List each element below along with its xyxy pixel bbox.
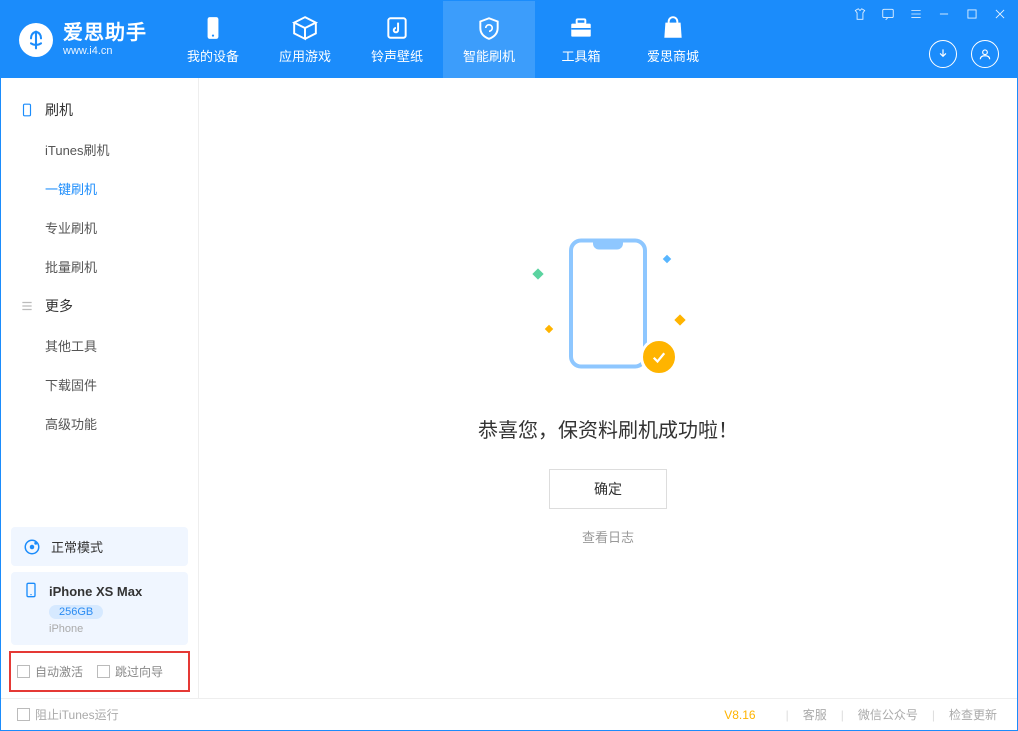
app-subtitle: www.i4.cn <box>63 45 147 58</box>
close-icon[interactable] <box>991 5 1009 23</box>
sidebar-group-flash[interactable]: 刷机 <box>1 90 198 130</box>
maximize-icon[interactable] <box>963 5 981 23</box>
logo-area: 爱思助手 www.i4.cn <box>1 1 167 78</box>
checkbox-icon <box>97 665 110 678</box>
mode-label: 正常模式 <box>51 537 103 556</box>
success-illustration <box>528 230 688 390</box>
sidebar-group-title: 更多 <box>45 296 73 316</box>
nav-apps-games[interactable]: 应用游戏 <box>259 1 351 78</box>
divider: | <box>932 708 935 722</box>
device-icon <box>199 14 227 42</box>
nav-label: 铃声壁纸 <box>371 46 423 65</box>
ok-button[interactable]: 确定 <box>549 469 667 509</box>
checkbox-skip-guide[interactable]: 跳过向导 <box>97 663 163 680</box>
nav-label: 工具箱 <box>561 46 600 65</box>
refresh-shield-icon <box>475 14 503 42</box>
success-message: 恭喜您，保资料刷机成功啦！ <box>478 414 738 443</box>
device-type: iPhone <box>49 623 176 635</box>
device-name: iPhone XS Max <box>49 584 142 599</box>
download-button[interactable] <box>929 40 957 68</box>
sparkle-icon <box>663 255 671 263</box>
sidebar-group-more[interactable]: 更多 <box>1 286 198 326</box>
sidebar-item-onekey-flash[interactable]: 一键刷机 <box>1 169 198 208</box>
footer-link-support[interactable]: 客服 <box>799 706 831 723</box>
toolbox-icon <box>567 14 595 42</box>
sidebar-item-batch-flash[interactable]: 批量刷机 <box>1 247 198 286</box>
mode-box[interactable]: 正常模式 <box>11 527 188 566</box>
sparkle-icon <box>674 314 685 325</box>
sidebar-item-pro-flash[interactable]: 专业刷机 <box>1 208 198 247</box>
app-header: 爱思助手 www.i4.cn 我的设备 应用游戏 铃声壁纸 智能刷机 工具箱 爱… <box>1 1 1017 78</box>
main-content: 恭喜您，保资料刷机成功啦！ 确定 查看日志 <box>199 78 1017 698</box>
nav-store[interactable]: 爱思商城 <box>627 1 719 78</box>
check-badge-icon <box>640 338 678 376</box>
checkbox-label: 跳过向导 <box>115 663 163 680</box>
device-capacity: 256GB <box>49 605 103 619</box>
sidebar-group-title: 刷机 <box>45 100 73 120</box>
sidebar-item-download-firmware[interactable]: 下载固件 <box>1 365 198 404</box>
music-note-icon <box>383 14 411 42</box>
sidebar-item-advanced[interactable]: 高级功能 <box>1 404 198 443</box>
view-log-link[interactable]: 查看日志 <box>582 527 634 546</box>
sparkle-icon <box>532 268 543 279</box>
footer-link-wechat[interactable]: 微信公众号 <box>854 706 922 723</box>
device-box[interactable]: iPhone XS Max 256GB iPhone <box>11 572 188 645</box>
phone-icon <box>19 102 35 118</box>
minimize-icon[interactable] <box>935 5 953 23</box>
footer: 阻止iTunes运行 V8.16 | 客服 | 微信公众号 | 检查更新 <box>1 698 1017 730</box>
app-body: 刷机 iTunes刷机 一键刷机 专业刷机 批量刷机 更多 其他工具 下载固件 … <box>1 78 1017 698</box>
nav-label: 应用游戏 <box>279 46 331 65</box>
user-button[interactable] <box>971 40 999 68</box>
nav-label: 爱思商城 <box>647 46 699 65</box>
app-title: 爱思助手 <box>63 21 147 45</box>
footer-link-update[interactable]: 检查更新 <box>945 706 1001 723</box>
checkbox-auto-activate[interactable]: 自动激活 <box>17 663 83 680</box>
divider: | <box>841 708 844 722</box>
checkbox-label: 阻止iTunes运行 <box>35 706 119 723</box>
sidebar-item-itunes-flash[interactable]: iTunes刷机 <box>1 130 198 169</box>
checkbox-icon <box>17 708 30 721</box>
sidebar: 刷机 iTunes刷机 一键刷机 专业刷机 批量刷机 更多 其他工具 下载固件 … <box>1 78 199 698</box>
nav-ringtone-wallpaper[interactable]: 铃声壁纸 <box>351 1 443 78</box>
checkbox-block-itunes[interactable]: 阻止iTunes运行 <box>17 706 119 723</box>
version-label: V8.16 <box>724 708 755 722</box>
sparkle-icon <box>545 325 553 333</box>
menu-icon[interactable] <box>907 5 925 23</box>
divider: | <box>786 708 789 722</box>
app-logo-icon <box>19 23 53 57</box>
cube-icon <box>291 14 319 42</box>
feedback-icon[interactable] <box>879 5 897 23</box>
highlighted-options-row: 自动激活 跳过向导 <box>9 651 190 692</box>
nav-label: 智能刷机 <box>463 46 515 65</box>
nav-smart-flash[interactable]: 智能刷机 <box>443 1 535 78</box>
nav-toolbox[interactable]: 工具箱 <box>535 1 627 78</box>
nav-tabs: 我的设备 应用游戏 铃声壁纸 智能刷机 工具箱 爱思商城 <box>167 1 719 78</box>
device-phone-icon <box>23 582 39 601</box>
sidebar-item-other-tools[interactable]: 其他工具 <box>1 326 198 365</box>
phone-outline-icon <box>569 239 647 369</box>
list-icon <box>19 298 35 314</box>
header-right-buttons <box>929 40 999 68</box>
nav-my-device[interactable]: 我的设备 <box>167 1 259 78</box>
normal-mode-icon <box>23 538 41 556</box>
tshirt-icon[interactable] <box>851 5 869 23</box>
checkbox-label: 自动激活 <box>35 663 83 680</box>
shopping-bag-icon <box>659 14 687 42</box>
checkbox-icon <box>17 665 30 678</box>
nav-label: 我的设备 <box>187 46 239 65</box>
window-controls <box>851 5 1009 23</box>
